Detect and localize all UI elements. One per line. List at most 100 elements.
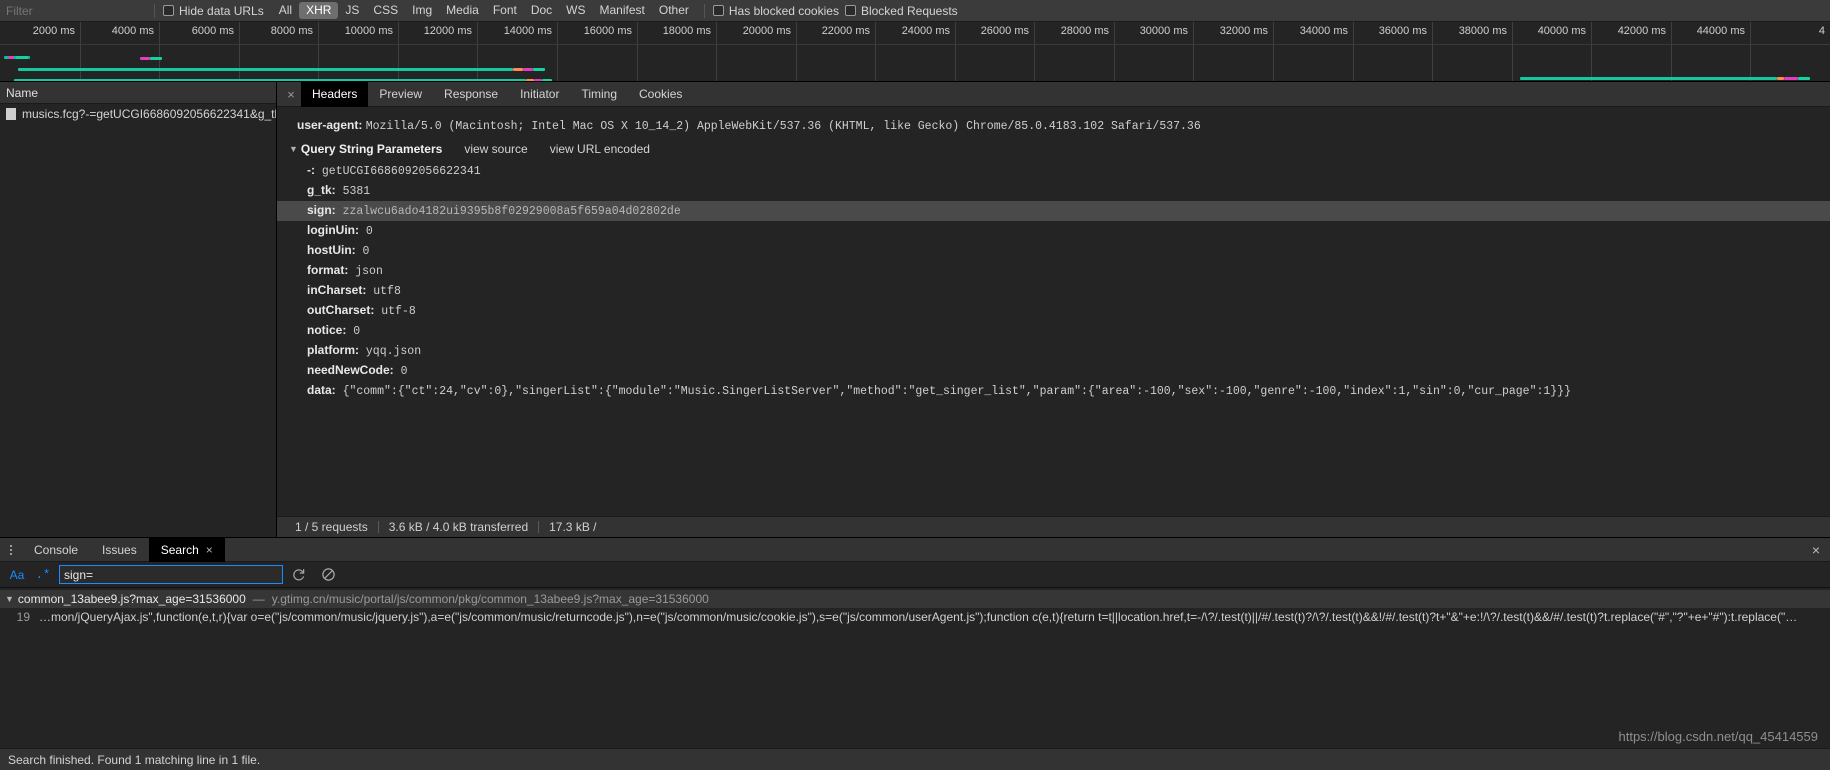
query-param-row[interactable]: data: {"comm":{"ct":24,"cv":0},"singerLi… [277,381,1830,401]
checkbox-icon[interactable] [163,5,174,16]
chevron-down-icon[interactable]: ▼ [289,144,298,154]
blocked-requests-checkbox[interactable]: Blocked Requests [844,3,958,18]
toolbar-divider-2 [703,3,705,18]
timeline-tick [1512,22,1513,81]
search-results: ▼ common_13abee9.js?max_age=31536000 — y… [0,588,1830,748]
query-param-row[interactable]: outCharset: utf-8 [277,301,1830,321]
timeline-tick [1432,22,1433,81]
type-filter-css[interactable]: CSS [366,2,405,19]
clear-icon[interactable] [313,562,343,588]
network-status-bar: 1 / 5 requests 3.6 kB / 4.0 kB transferr… [277,516,1830,537]
match-case-icon[interactable]: Aa [4,562,30,588]
query-param-key: outCharset: [307,303,375,317]
query-param-row[interactable]: -: getUCGI6686092056622341 [277,161,1830,181]
devtools-network-panel: Hide data URLs All XHR JS CSS Img Media … [0,0,1830,770]
timeline-tick-label: 36000 ms [1378,25,1427,37]
type-filter-xhr[interactable]: XHR [299,2,339,19]
column-header-name[interactable]: Name [6,86,38,100]
tab-preview[interactable]: Preview [368,82,433,107]
timeline-tick-label: 32000 ms [1219,25,1268,37]
section-title: Query String Parameters [300,142,443,156]
query-param-row[interactable]: hostUin: 0 [277,241,1830,261]
result-file-name: common_13abee9.js?max_age=31536000 [17,592,246,606]
query-param-key: loginUin: [307,223,359,237]
has-blocked-cookies-checkbox[interactable]: Has blocked cookies [712,3,839,18]
query-param-key: -: [307,163,315,177]
tab-cookies[interactable]: Cookies [628,82,693,107]
tab-console[interactable]: Console [22,538,90,562]
hide-data-urls-checkbox[interactable]: Hide data URLs [163,4,264,18]
query-param-key: format: [307,263,349,277]
filter-input[interactable] [6,2,146,19]
drawer-close-icon[interactable]: × [1812,538,1820,562]
close-icon[interactable]: × [206,543,213,557]
type-filter-all[interactable]: All [272,2,299,19]
query-param-value: utf-8 [374,305,416,318]
request-timing-bar [140,57,150,60]
more-options-icon[interactable] [0,544,22,555]
close-icon[interactable]: × [281,82,301,107]
tab-issues[interactable]: Issues [90,538,149,562]
view-source-link[interactable]: view source [464,142,527,156]
timeline-tick [1671,22,1672,81]
search-result-line[interactable]: 19 …mon/jQueryAjax.js",function(e,t,r){v… [0,608,1830,626]
result-line-code: …mon/jQueryAjax.js",function(e,t,r){var … [39,610,1798,624]
refresh-icon[interactable] [283,562,313,588]
tab-response[interactable]: Response [433,82,509,107]
query-string-parameters-section[interactable]: ▼ Query String Parameters view source vi… [277,137,1830,161]
blocked-requests-label: Blocked Requests [860,3,958,18]
timeline-tick-label: 18000 ms [662,25,711,37]
type-filter-doc[interactable]: Doc [524,2,559,19]
request-rows: musics.fcg?-=getUCGI6686092056622341&g_t… [0,104,276,537]
tab-search[interactable]: Search × [148,537,225,562]
query-param-key: hostUin: [307,243,356,257]
type-filter-ws[interactable]: WS [559,2,592,19]
detail-tabstrip: × Headers Preview Response Initiator Tim… [277,81,1830,107]
tab-headers[interactable]: Headers [301,81,369,107]
timeline-tick [955,22,956,81]
hide-data-urls-label: Hide data URLs [179,3,264,18]
query-param-key: inCharset: [307,283,367,297]
query-param-row[interactable]: needNewCode: 0 [277,361,1830,381]
type-filter-font[interactable]: Font [486,2,524,19]
search-result-file[interactable]: ▼ common_13abee9.js?max_age=31536000 — y… [0,590,1830,608]
query-param-row[interactable]: notice: 0 [277,321,1830,341]
request-name: musics.fcg?-=getUCGI6686092056622341&g_t… [22,106,276,121]
request-timing-bar [534,79,542,81]
regex-icon[interactable]: .* [30,562,56,588]
view-url-encoded-link[interactable]: view URL encoded [550,142,650,156]
has-blocked-cookies-label: Has blocked cookies [728,3,839,18]
query-param-key: g_tk: [307,183,336,197]
result-dash: — [252,592,265,606]
query-param-value: yqq.json [359,345,422,358]
timeline-tick [1273,22,1274,81]
checkbox-icon[interactable] [712,5,724,16]
type-filter-other[interactable]: Other [652,2,696,19]
type-filter-manifest[interactable]: Manifest [593,2,652,19]
tab-initiator[interactable]: Initiator [509,82,570,107]
watermark: https://blog.csdn.net/qq_45414559 [1618,729,1819,744]
network-main-split: Name musics.fcg?-=getUCGI668609205662234… [0,81,1830,538]
type-filter-img[interactable]: Img [405,2,439,19]
query-param-value: zzalwcu6ado4182ui9395b8f02929008a5f659a0… [335,205,681,218]
type-filter-js[interactable]: JS [338,2,366,19]
checkbox-icon[interactable] [844,5,856,16]
query-param-row[interactable]: loginUin: 0 [277,221,1830,241]
query-param-row[interactable]: format: json [277,261,1830,281]
table-row[interactable]: musics.fcg?-=getUCGI6686092056622341&g_t… [0,104,276,123]
search-input[interactable] [59,565,283,584]
tab-timing[interactable]: Timing [570,82,628,107]
request-timing-bar [18,68,513,71]
query-param-row[interactable]: inCharset: utf8 [277,281,1830,301]
query-param-row[interactable]: platform: yqq.json [277,341,1830,361]
search-status-text: Search finished. Found 1 matching line i… [8,752,261,767]
query-param-row[interactable]: sign: zzalwcu6ado4182ui9395b8f02929008a5… [277,201,1830,221]
timeline-tick-label: 4 [1818,25,1825,37]
document-icon [6,107,16,120]
type-filter-media[interactable]: Media [439,2,486,19]
query-param-row[interactable]: g_tk: 5381 [277,181,1830,201]
request-timing-bar [16,56,28,59]
chevron-down-icon[interactable]: ▼ [5,594,14,604]
network-overview-timeline[interactable]: 2000 ms 4000 ms 6000 ms 8000 ms 10000 ms 1200… [0,22,1830,82]
filter-toolbar: Hide data URLs All XHR JS CSS Img Media … [0,0,1830,22]
